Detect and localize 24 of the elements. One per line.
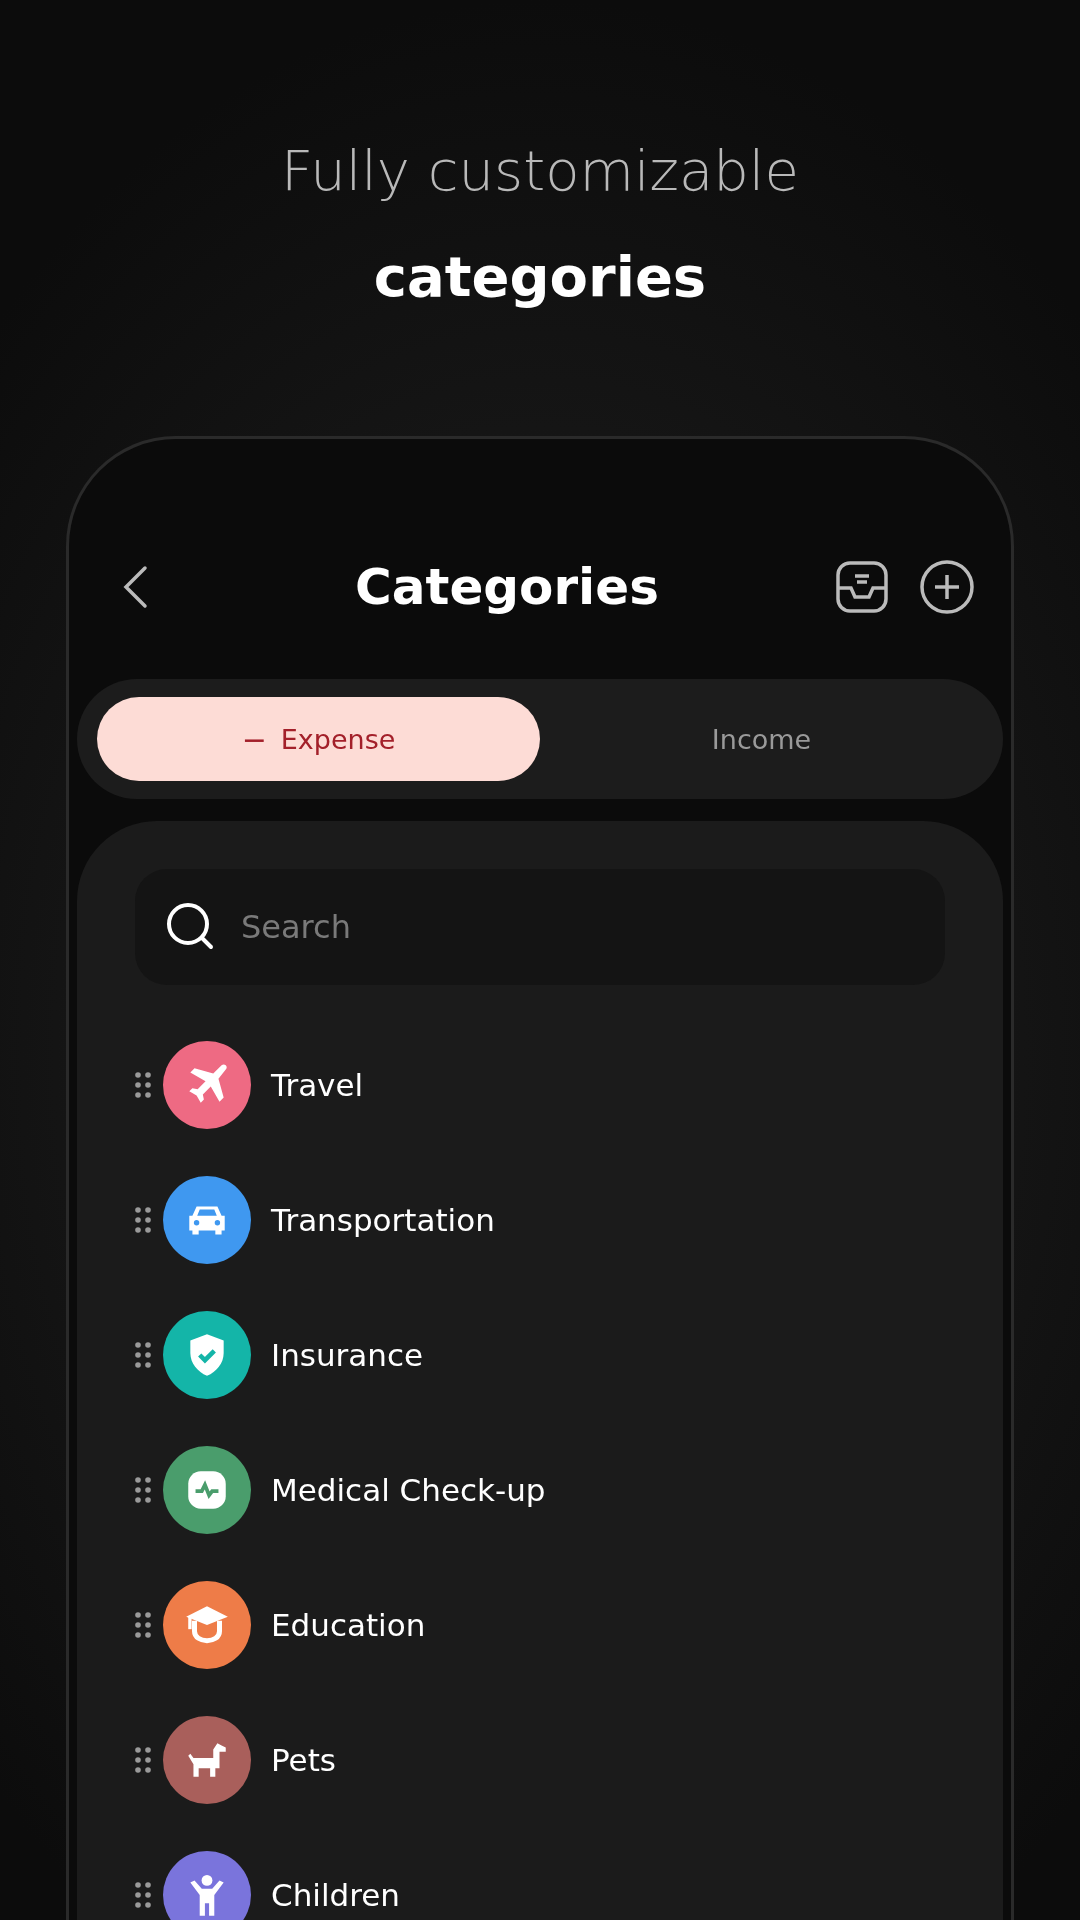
category-name[interactable]: Transportation	[271, 1202, 495, 1238]
search-field[interactable]: Search	[135, 869, 945, 985]
search-field[interactable]: Search	[239, 907, 915, 947]
drag-handle-icon[interactable]	[135, 1747, 151, 1773]
category-name[interactable]: Pets	[271, 1742, 336, 1778]
category-name[interactable]: Education	[271, 1607, 426, 1643]
tab[interactable]: Income	[540, 697, 983, 781]
drag-handle-icon[interactable]	[135, 1207, 151, 1233]
headline: categories	[373, 243, 707, 311]
category-name[interactable]: Medical Check-up	[271, 1472, 546, 1508]
back-icon[interactable]	[121, 564, 149, 610]
drag-handle-icon[interactable]	[135, 1612, 151, 1638]
headline: Fully customizable	[281, 137, 799, 205]
screen-title: Categories	[354, 558, 660, 616]
add-icon[interactable]	[919, 559, 975, 615]
drag-handle-icon[interactable]	[135, 1072, 151, 1098]
category-name[interactable]: Children	[271, 1877, 400, 1913]
category-name[interactable]: Travel	[271, 1067, 364, 1103]
drag-handle-icon[interactable]	[135, 1882, 151, 1908]
tab[interactable]: − Expense	[97, 697, 540, 781]
tray-icon[interactable]	[835, 560, 889, 614]
drag-handle-icon[interactable]	[135, 1342, 151, 1368]
drag-handle-icon[interactable]	[135, 1477, 151, 1503]
category-name[interactable]: Insurance	[271, 1337, 424, 1373]
